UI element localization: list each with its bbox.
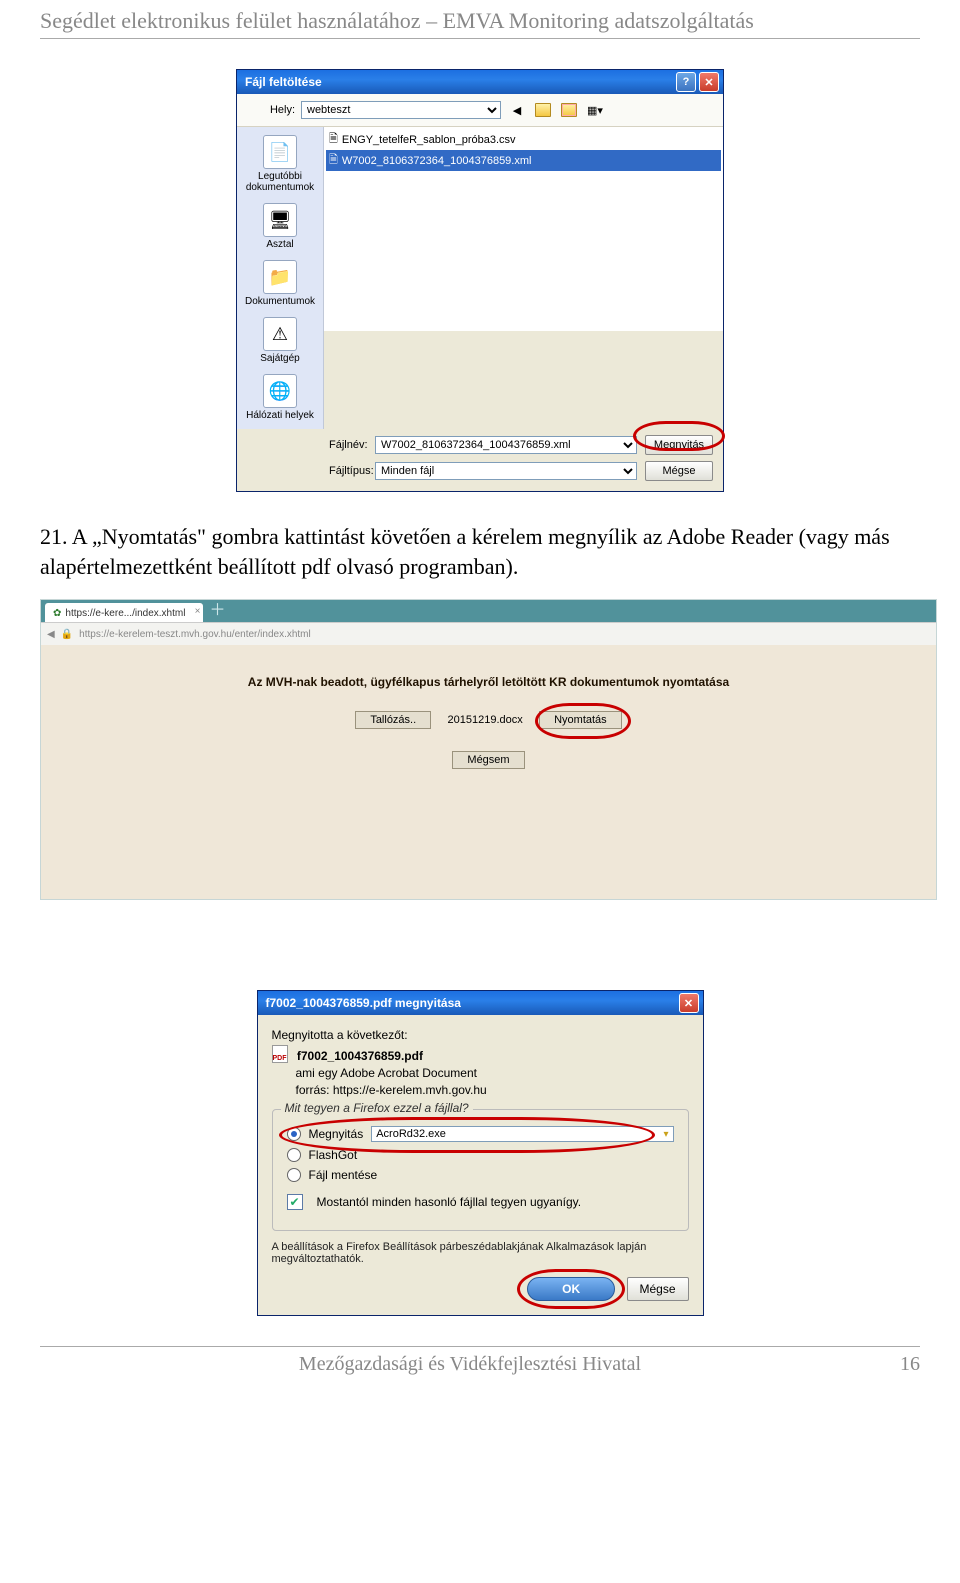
save-label: Fájl mentése (309, 1168, 378, 1182)
dialog-title: Fájl feltöltése (245, 75, 322, 89)
firefox-open-dialog: f7002_1004376859.pdf megnyitása ✕ Megnyi… (257, 990, 704, 1316)
close-tab-icon[interactable]: × (195, 606, 201, 617)
radio-open-with[interactable] (287, 1127, 301, 1141)
file-upload-dialog: Fájl feltöltése ? ✕ Hely: webteszt ◀ ▦▾ … (236, 69, 724, 492)
dialog-titlebar[interactable]: Fájl feltöltése ? ✕ (237, 70, 723, 94)
places-network[interactable]: 🌐 Hálózati helyek (239, 374, 321, 421)
settings-note: A beállítások a Firefox Beállítások párb… (272, 1241, 689, 1265)
page-number: 16 (900, 1353, 920, 1376)
dialog-titlebar[interactable]: f7002_1004376859.pdf megnyitása ✕ (258, 991, 703, 1015)
location-select[interactable]: webteszt (301, 101, 501, 119)
remember-checkbox[interactable]: ✔ (287, 1194, 303, 1210)
app-select[interactable]: AcroRd32.exe ▾ (371, 1126, 673, 1142)
location-label: Hely: (245, 104, 295, 116)
address-bar[interactable]: https://e-kerelem-teszt.mvh.gov.hu/enter… (79, 629, 311, 640)
file-list[interactable]: 🗎 ENGY_tetelfeR_sablon_próba3.csv 🗎 W700… (324, 127, 723, 331)
mycomputer-icon: ⚠ (263, 317, 297, 351)
help-icon[interactable]: ? (676, 72, 696, 92)
new-tab-icon[interactable]: ＋ (209, 596, 225, 620)
file-icon: 🗎 (329, 130, 338, 149)
remember-label: Mostantól minden hasonló fájllal tegyen … (317, 1195, 582, 1209)
places-bar: 📄 Legutóbbi dokumentumok 🖥 Asztal 📁 Doku… (237, 127, 324, 429)
list-item[interactable]: 🗎 W7002_8106372364_1004376859.xml (326, 150, 721, 171)
places-documents[interactable]: 📁 Dokumentumok (239, 260, 321, 307)
close-icon[interactable]: ✕ (679, 993, 699, 1013)
flashgot-label: FlashGot (309, 1148, 358, 1162)
app-icon: ✿ (53, 608, 61, 619)
places-mycomputer[interactable]: ⚠ Sajátgép (239, 317, 321, 364)
view-menu-icon[interactable]: ▦▾ (585, 100, 605, 120)
pdf-icon: PDF (272, 1045, 288, 1063)
browse-button[interactable]: Tallózás.. (355, 711, 431, 729)
instruction-text: 21. A „Nyomtatás" gombra kattintást köve… (40, 522, 920, 581)
filename-label: Fájlnév: (329, 439, 375, 451)
radio-save[interactable] (287, 1168, 301, 1182)
network-icon: 🌐 (263, 374, 297, 408)
file-name: f7002_1004376859.pdf (297, 1049, 423, 1063)
cancel-button[interactable]: Mégsem (452, 751, 524, 769)
filename-input[interactable]: W7002_8106372364_1004376859.xml (375, 436, 637, 454)
list-item[interactable]: 🗎 ENGY_tetelfeR_sablon_próba3.csv (326, 129, 721, 150)
chevron-down-icon: ▾ (663, 1129, 668, 1140)
recent-docs-icon: 📄 (263, 135, 297, 169)
documents-icon: 📁 (263, 260, 297, 294)
lock-icon: 🔒 (61, 629, 73, 640)
places-desktop[interactable]: 🖥 Asztal (239, 203, 321, 250)
cancel-button[interactable]: Mégse (627, 1277, 689, 1301)
ok-button[interactable]: OK (527, 1277, 615, 1301)
webapp-screenshot: ✿ https://e-kere.../index.xhtml × ＋ ◀ 🔒 … (40, 599, 937, 900)
up-folder-icon[interactable] (533, 100, 553, 120)
dialog-title: f7002_1004376859.pdf megnyitása (266, 996, 461, 1010)
close-icon[interactable]: ✕ (699, 72, 719, 92)
doc-type: Adobe Acrobat Document (340, 1066, 477, 1080)
source-url: https://e-kerelem.mvh.gov.hu (333, 1083, 487, 1097)
opened-label: Megnyitotta a következőt: (272, 1028, 689, 1042)
desktop-icon: 🖥 (263, 203, 297, 237)
places-recent[interactable]: 📄 Legutóbbi dokumentumok (239, 135, 321, 193)
filetype-select[interactable]: Minden fájl (375, 462, 637, 480)
new-folder-icon[interactable] (559, 100, 579, 120)
footer-org: Mezőgazdasági és Vidékfejlesztési Hivata… (40, 1353, 900, 1376)
cancel-button[interactable]: Mégse (645, 461, 713, 481)
browser-tab[interactable]: ✿ https://e-kere.../index.xhtml × (45, 603, 203, 622)
fieldset-legend: Mit tegyen a Firefox ezzel a fájllal? (281, 1101, 473, 1115)
radio-flashgot[interactable] (287, 1148, 301, 1162)
open-button[interactable]: Megnyitás (645, 435, 713, 455)
open-with-label: Megnyitás (309, 1127, 364, 1141)
file-icon: 🗎 (329, 151, 338, 170)
print-button[interactable]: Nyomtatás (539, 711, 622, 729)
filetype-label: Fájltípus: (329, 465, 375, 477)
back-icon[interactable]: ◀ (507, 100, 527, 120)
document-header: Segédlet elektronikus felület használatá… (40, 0, 920, 39)
back-nav-icon[interactable]: ◀ (47, 629, 55, 640)
selected-file-label: 20151219.docx (438, 712, 533, 728)
page-title: Az MVH-nak beadott, ügyfélkapus tárhelyr… (51, 675, 926, 689)
